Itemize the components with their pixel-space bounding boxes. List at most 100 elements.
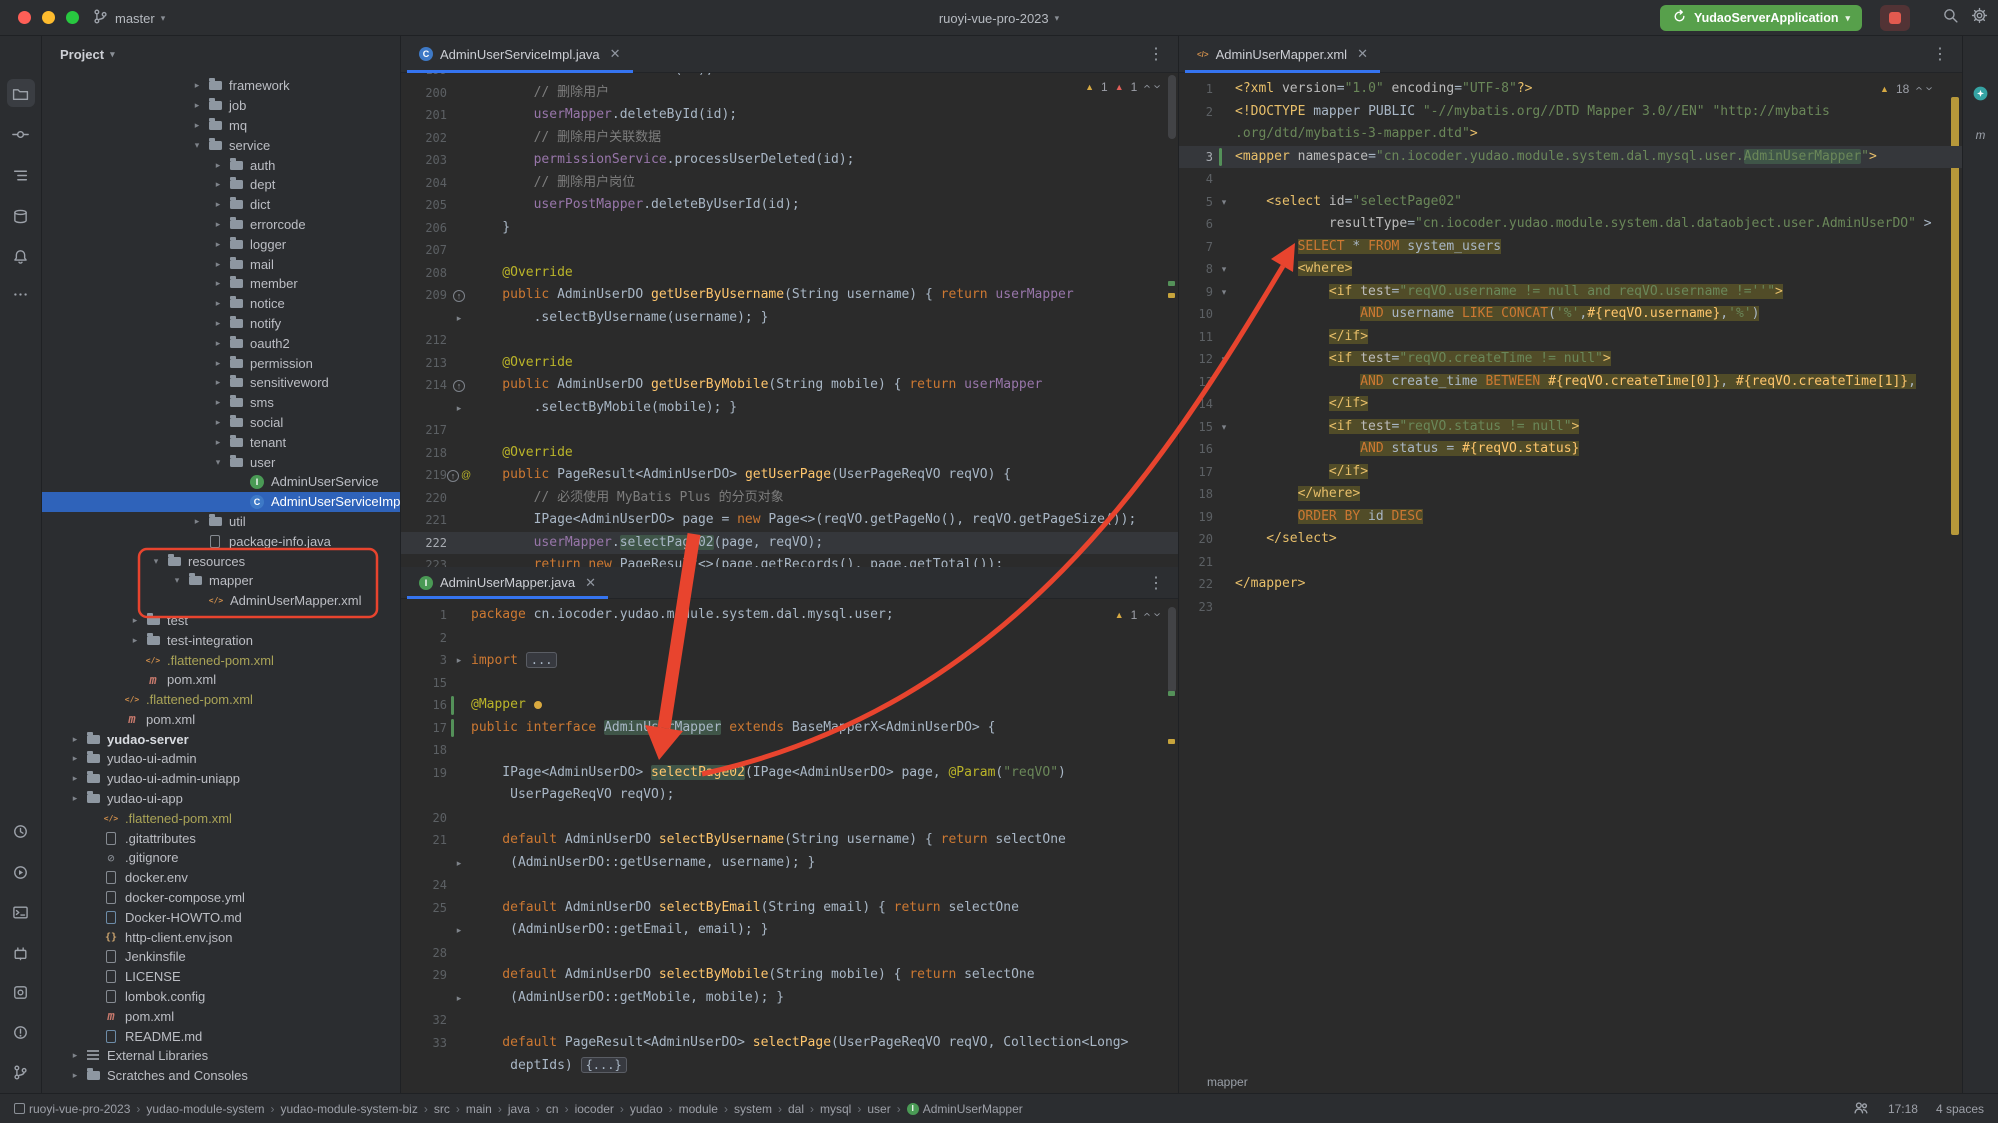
tree-chevron-icon[interactable]: ▸ [66,793,84,804]
tree-item-sensitiveword[interactable]: ▸sensitiveword [42,373,400,393]
code-line[interactable]: 16@Mapper [401,694,1178,717]
code-line[interactable]: 22</mapper> [1179,573,1962,596]
project-panel-header[interactable]: Project ▾ [42,36,400,73]
tree-item-jenkinsfile[interactable]: Jenkinsfile [42,947,400,967]
breadcrumb-item[interactable]: iocoder [575,1102,614,1116]
code-line[interactable]: 218@Override [401,442,1178,465]
tree-item-resources[interactable]: ▾resources [42,551,400,571]
tree-item--flattened-pom-xml[interactable]: </>.flattened-pom.xml [42,690,400,710]
tree-item--flattened-pom-xml[interactable]: </>.flattened-pom.xml [42,808,400,828]
tree-item-pom-xml[interactable]: mpom.xml [42,1006,400,1026]
close-window-button[interactable] [18,11,31,24]
code-line[interactable]: 21default AdminUserDO selectByUsername(S… [401,829,1178,852]
tree-chevron-icon[interactable]: ▸ [209,298,227,309]
tree-item--gitignore[interactable]: ⊘.gitignore [42,848,400,868]
database-icon[interactable] [7,202,35,230]
breadcrumb-item[interactable]: yudao-module-system [146,1102,264,1116]
tree-item-permission[interactable]: ▸permission [42,353,400,373]
tree-chevron-icon[interactable]: ▸ [66,734,84,745]
breadcrumb-item[interactable]: cn [546,1102,559,1116]
indent-setting[interactable]: 4 spaces [1936,1102,1984,1116]
tree-chevron-icon[interactable]: ▸ [209,417,227,428]
code-line[interactable]: UserPageReqVO reqVO); [401,784,1178,807]
tree-item--flattened-pom-xml[interactable]: </>.flattened-pom.xml [42,650,400,670]
run-configuration-button[interactable]: YudaoServerApplication ▾ [1660,5,1862,31]
tree-chevron-icon[interactable]: ▸ [209,179,227,190]
caret-position[interactable]: 17:18 [1888,1102,1918,1116]
code-line[interactable]: ▸.selectByUsername(username); } [401,307,1178,330]
more-options-icon[interactable]: ⋮ [1148,44,1164,64]
tree-item-oauth2[interactable]: ▸oauth2 [42,333,400,353]
code-line[interactable]: 12▾<if test="reqVO.createTime != null"> [1179,348,1962,371]
breadcrumb-item[interactable]: IAdminUserMapper [907,1102,1023,1116]
code-line[interactable]: 20</select> [1179,528,1962,551]
gutter-fold-icon[interactable]: ▸ [447,919,471,942]
commit-icon[interactable] [7,120,35,148]
tree-item-scratches-and-consoles[interactable]: ▸Scratches and Consoles [42,1066,400,1086]
tree-chevron-icon[interactable]: ▸ [66,1050,84,1061]
breadcrumb-item[interactable]: system [734,1102,772,1116]
code-line[interactable]: 18</where> [1179,483,1962,506]
code-line[interactable]: 14</if> [1179,393,1962,416]
code-line[interactable]: 24 [401,874,1178,897]
more-options-icon[interactable]: ⋮ [1148,573,1164,593]
plugins-icon[interactable] [7,938,35,966]
settings-gear-icon[interactable] [1971,7,1988,29]
editor-adminuserserviceimpl[interactable]: ▲ 1 ▲ 1 › › 199validateUserExists(id);20… [401,73,1178,567]
tree-chevron-icon[interactable]: ▸ [66,773,84,784]
code-line[interactable]: 5▾<select id="selectPage02" [1179,191,1962,214]
gutter-fold-icon[interactable]: ▾ [1213,191,1235,214]
breadcrumb-item[interactable]: user [867,1102,890,1116]
code-line[interactable]: 10AND username LIKE CONCAT('%',#{reqVO.u… [1179,303,1962,326]
next-issue-icon[interactable]: › [1150,612,1165,616]
code-line[interactable]: 207 [401,239,1178,262]
tree-item-notify[interactable]: ▸notify [42,314,400,334]
tree-chevron-icon[interactable]: ▸ [188,100,206,111]
code-line[interactable]: 6resultType="cn.iocoder.yudao.module.sys… [1179,213,1962,236]
tree-chevron-icon[interactable]: ▸ [209,278,227,289]
zoom-window-button[interactable] [66,11,79,24]
code-line[interactable]: 214↑public AdminUserDO getUserByMobile(S… [401,374,1178,397]
code-line[interactable]: ▸(AdminUserDO::getMobile, mobile); } [401,987,1178,1010]
more-options-icon[interactable]: ⋮ [1932,44,1948,64]
gutter-fold-icon[interactable]: ▸ [447,397,471,420]
tree-chevron-icon[interactable]: ▸ [188,80,206,91]
tree-chevron-icon[interactable]: ▸ [209,219,227,230]
tree-item-docker-compose-yml[interactable]: docker-compose.yml [42,888,400,908]
tree-chevron-icon[interactable]: ▸ [66,1070,84,1081]
tree-chevron-icon[interactable]: ▸ [209,397,227,408]
code-line[interactable]: 2<!DOCTYPE mapper PUBLIC "-//mybatis.org… [1179,101,1962,124]
tree-item-sms[interactable]: ▸sms [42,393,400,413]
gutter-fold-icon[interactable]: ▸ [447,649,471,672]
breadcrumb-item[interactable]: yudao-module-system-biz [280,1102,417,1116]
tree-item-mail[interactable]: ▸mail [42,254,400,274]
breadcrumb-item[interactable]: yudao [630,1102,663,1116]
code-line[interactable]: 1package cn.iocoder.yudao.module.system.… [401,604,1178,627]
tree-chevron-icon[interactable]: ▸ [209,199,227,210]
code-line[interactable]: 209↑public AdminUserDO getUserByUsername… [401,284,1178,307]
tree-item-notice[interactable]: ▸notice [42,294,400,314]
tree-item-pom-xml[interactable]: mpom.xml [42,710,400,730]
tree-item-mapper[interactable]: ▾mapper [42,571,400,591]
tree-item-member[interactable]: ▸member [42,274,400,294]
code-line[interactable]: 29default AdminUserDO selectByMobile(Str… [401,964,1178,987]
gutter-fold-icon[interactable]: ▾ [1213,281,1235,304]
structure-icon[interactable] [7,161,35,189]
tree-chevron-icon[interactable]: ▸ [209,377,227,388]
tree-item-service[interactable]: ▾service [42,135,400,155]
tree-chevron-icon[interactable]: ▾ [188,140,206,151]
tree-item-user[interactable]: ▾user [42,452,400,472]
code-line[interactable]: 16AND status = #{reqVO.status} [1179,438,1962,461]
breadcrumb-item[interactable]: mysql [820,1102,851,1116]
code-line[interactable]: 212 [401,329,1178,352]
code-line[interactable]: .org/dtd/mybatis-3-mapper.dtd"> [1179,123,1962,146]
tree-item-adminusermapper-xml[interactable]: </>AdminUserMapper.xml [42,591,400,611]
tree-chevron-icon[interactable]: ▾ [147,556,165,567]
override-marker-icon[interactable]: ↑ [453,290,465,302]
tree-chevron-icon[interactable]: ▾ [209,457,227,468]
stop-button[interactable] [1880,5,1910,31]
gutter-fold-icon[interactable]: ▸ [447,987,471,1010]
code-line[interactable]: 4 [1179,168,1962,191]
tree-item-http-client-env-json[interactable]: {}http-client.env.json [42,927,400,947]
tree-chevron-icon[interactable]: ▸ [126,635,144,646]
